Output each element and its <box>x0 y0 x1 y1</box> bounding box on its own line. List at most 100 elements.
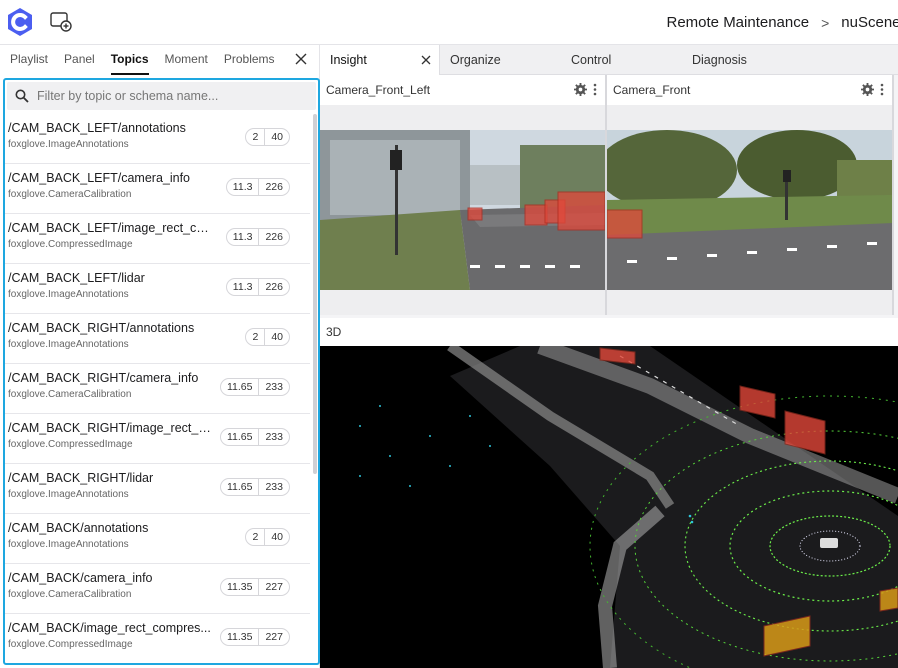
topic-stats-badge: 11.3 226 <box>225 228 290 246</box>
topic-row[interactable]: /CAM_BACK_RIGHT/image_rect_c... foxglove.… <box>5 414 310 464</box>
panel-title: Camera_Front <box>613 83 691 97</box>
close-tab-icon[interactable] <box>419 53 433 67</box>
topic-name: /CAM_BACK/camera_info <box>8 571 153 585</box>
topic-message-count: 40 <box>264 529 289 545</box>
tab-panel[interactable]: Panel <box>56 45 103 75</box>
topic-stats-badge: 11.65 233 <box>219 428 290 446</box>
tab-diagnosis[interactable]: Diagnosis <box>682 45 803 75</box>
topic-name: /CAM_BACK_RIGHT/lidar <box>8 471 154 485</box>
topic-frequency: 2 <box>252 331 259 343</box>
gear-icon[interactable] <box>574 83 587 96</box>
topic-name: /CAM_BACK/image_rect_compres... <box>8 621 211 635</box>
panel-title: 3D <box>326 325 342 339</box>
topic-name: /CAM_BACK_LEFT/image_rect_co... <box>8 221 213 235</box>
camera-front-left-header: Camera_Front_Left <box>320 75 605 105</box>
topics-panel: /CAM_BACK_LEFT/annotationsfoxglove.Image… <box>3 78 320 665</box>
topic-search <box>7 82 316 110</box>
topic-name: /CAM_BACK_LEFT/camera_info <box>8 171 191 185</box>
topic-name: /CAM_BACK/annotations <box>8 521 149 535</box>
topic-name: /CAM_BACK_RIGHT/camera_info <box>8 371 199 385</box>
sidebar-tabs: Playlist Panel Topics Moment Problems <box>0 45 319 75</box>
topic-frequency: 11.3 <box>232 231 253 243</box>
topic-frequency: 11.3 <box>232 181 253 193</box>
topic-message-count: 233 <box>258 429 289 445</box>
topic-row[interactable]: /CAM_BACK_LEFT/lidar foxglove.ImageAnnota… <box>5 264 310 314</box>
topic-frequency: 11.65 <box>226 481 253 493</box>
view-3d-canvas[interactable] <box>320 346 898 668</box>
topic-message-count: 226 <box>258 179 289 195</box>
camera-front-header: Camera_Front <box>607 75 892 105</box>
topic-row[interactable]: /CAM_BACK_LEFT/image_rect_co... foxglove.… <box>5 214 310 264</box>
topic-frequency: 11.35 <box>226 581 253 593</box>
topic-stats-badge: 2 40 <box>245 328 290 346</box>
topic-row[interactable]: /CAM_BACK/camera_info foxglove.CameraCali… <box>5 564 310 614</box>
tab-organize[interactable]: Organize <box>440 45 561 75</box>
breadcrumb-item-organization[interactable]: Remote Maintenance <box>667 14 810 31</box>
topic-stats-badge: 11.65 233 <box>219 478 290 496</box>
topic-frequency: 11.65 <box>226 381 253 393</box>
topic-stats-badge: 2 40 <box>245 128 290 146</box>
camera-front-image <box>597 130 892 290</box>
camera-front-view[interactable] <box>597 105 892 315</box>
topic-message-count: 227 <box>258 579 289 595</box>
topic-frequency: 11.35 <box>226 631 253 643</box>
camera-front-left-view[interactable] <box>320 105 606 315</box>
breadcrumb-separator: > <box>821 14 830 31</box>
add-panel-icon[interactable] <box>50 12 72 32</box>
tab-insight[interactable]: Insight <box>320 45 440 75</box>
panel-divider[interactable] <box>892 75 894 315</box>
topic-row[interactable]: /CAM_BACK_RIGHT/camera_info foxglove.Came… <box>5 364 310 414</box>
topic-frequency: 2 <box>252 531 259 543</box>
topic-stats-badge: 11.65 233 <box>219 378 290 396</box>
topic-search-input[interactable] <box>7 82 316 110</box>
close-sidebar-icon[interactable] <box>291 49 311 69</box>
panel-title: Camera_Front_Left <box>326 83 431 97</box>
topic-name: /CAM_BACK_LEFT/lidar <box>8 271 145 285</box>
topic-row[interactable]: /CAM_BACK_RIGHT/annotations foxglove.Imag… <box>5 314 310 364</box>
ego-vehicle <box>820 538 838 548</box>
topic-message-count: 226 <box>258 279 289 295</box>
view-3d-header: 3D <box>320 318 898 346</box>
tab-playlist[interactable]: Playlist <box>2 45 56 75</box>
foxglove-logo-icon[interactable] <box>4 6 36 38</box>
topic-row[interactable]: /CAM_BACK_LEFT/camera_info foxglove.Camer… <box>5 164 310 214</box>
topic-stats-badge: 2 40 <box>245 528 290 546</box>
more-options-icon[interactable] <box>880 83 884 96</box>
tab-control[interactable]: Control <box>561 45 682 75</box>
topic-name: /CAM_BACK_LEFT/annotations <box>8 121 186 135</box>
topic-name: /CAM_BACK_RIGHT/annotations <box>8 321 195 335</box>
left-sidebar: Playlist Panel Topics Moment Problems /C… <box>0 45 320 668</box>
lidar-point-cloud <box>320 346 898 668</box>
topic-frequency: 2 <box>252 131 259 143</box>
topic-row[interactable]: /CAM_BACK/annotations foxglove.ImageAnnot… <box>5 514 310 564</box>
topic-list: /CAM_BACK_LEFT/annotations foxglove.Image… <box>5 114 310 663</box>
topic-stats-badge: 11.3 226 <box>225 178 290 196</box>
tab-topics[interactable]: Topics <box>103 45 157 75</box>
workspace: Insight Organize Control Diagnosis Camer… <box>320 45 898 668</box>
gear-icon[interactable] <box>861 83 874 96</box>
app-window: Remote Maintenance > nuScenes Playlist P… <box>0 0 898 668</box>
topic-message-count: 227 <box>258 629 289 645</box>
topic-row[interactable]: /CAM_BACK_LEFT/annotations foxglove.Image… <box>5 114 310 164</box>
tab-problems[interactable]: Problems <box>216 45 283 75</box>
topic-frequency: 11.3 <box>232 281 253 293</box>
topic-list-scrollbar[interactable] <box>313 114 317 474</box>
topic-stats-badge: 11.35 227 <box>219 628 290 646</box>
topic-row[interactable]: /CAM_BACK/image_rect_compres... foxglove.… <box>5 614 310 663</box>
camera-front-left-image <box>320 130 606 290</box>
tab-moment[interactable]: Moment <box>157 45 216 75</box>
topic-message-count: 40 <box>264 129 289 145</box>
topic-message-count: 226 <box>258 229 289 245</box>
breadcrumb: Remote Maintenance > nuScenes <box>667 14 898 31</box>
tab-insight-label: Insight <box>330 53 367 67</box>
top-bar: Remote Maintenance > nuScenes <box>0 0 898 45</box>
more-options-icon[interactable] <box>593 83 597 96</box>
breadcrumb-item-project[interactable]: nuScenes <box>841 14 898 31</box>
topic-frequency: 11.65 <box>226 431 253 443</box>
topic-row[interactable]: /CAM_BACK_RIGHT/lidar foxglove.ImageAnnot… <box>5 464 310 514</box>
topic-stats-badge: 11.3 226 <box>225 278 290 296</box>
search-icon <box>15 89 29 103</box>
topic-message-count: 233 <box>258 379 289 395</box>
layout-tabs: Insight Organize Control Diagnosis <box>320 45 898 75</box>
topic-name: /CAM_BACK_RIGHT/image_rect_c... <box>8 421 213 435</box>
